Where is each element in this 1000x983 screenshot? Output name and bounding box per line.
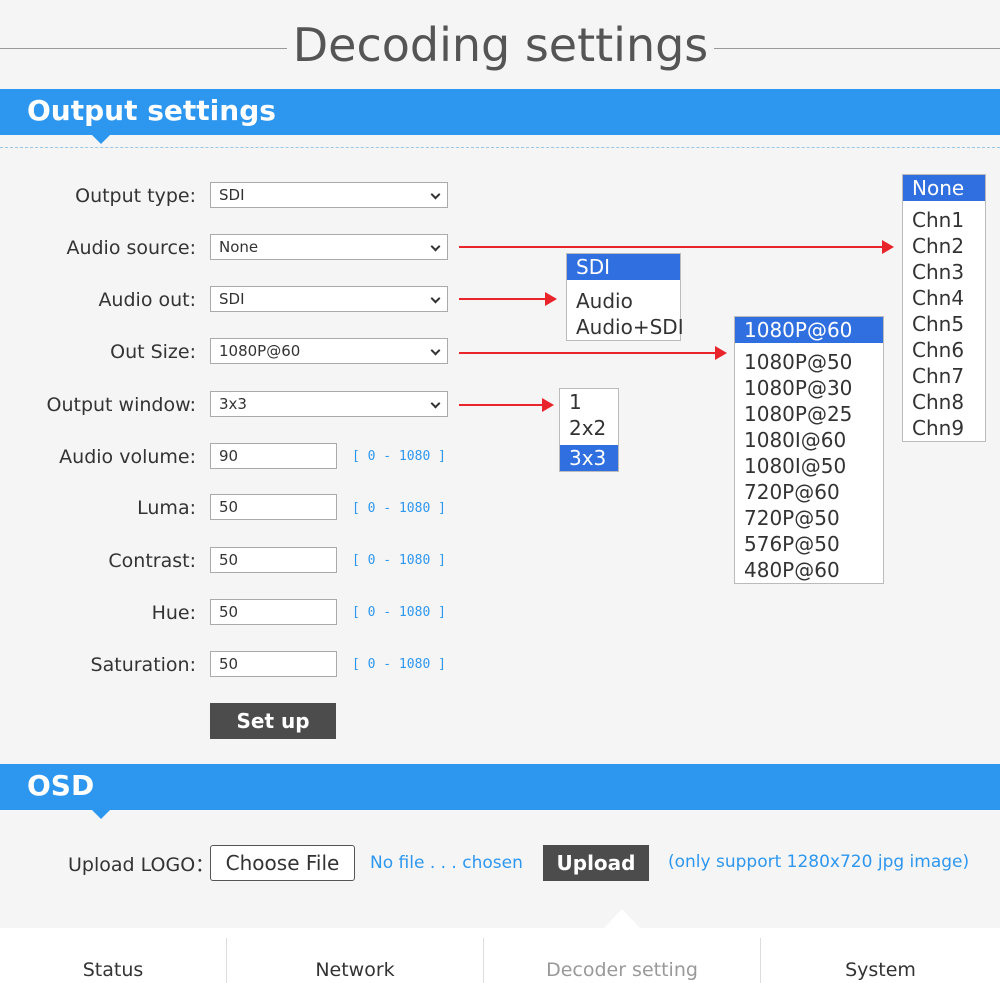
dropdown-option[interactable]: 1080I@60	[735, 427, 883, 453]
audio-volume-label: Audio volume:	[59, 446, 196, 468]
page-title: Decoding settings	[292, 18, 709, 72]
upload-button[interactable]: Upload	[543, 845, 649, 881]
hue-range: [ 0 - 1080 ]	[352, 605, 446, 620]
dropdown-option[interactable]: Chn6	[903, 337, 985, 363]
dropdown-option[interactable]: 3x3	[560, 445, 618, 471]
output-window-dropdown[interactable]: 1 2x2 3x3	[559, 388, 619, 472]
saturation-range: [ 0 - 1080 ]	[352, 657, 446, 672]
footer-nav: Status Network Decoder setting System	[0, 928, 1000, 983]
out-size-dropdown[interactable]: 1080P@60 1080P@50 1080P@30 1080P@25 1080I@60…	[734, 316, 884, 584]
out-size-label: Out Size:	[110, 341, 196, 363]
chevron-down-icon	[430, 398, 441, 409]
dropdown-option[interactable]: 1080I@50	[735, 453, 883, 479]
arrow-audio-source	[459, 240, 894, 254]
upload-logo-label: Upload LOGO：	[68, 854, 215, 876]
audio-source-select[interactable]: None	[210, 234, 448, 260]
hue-input[interactable]: 50	[210, 599, 337, 625]
arrow-audio-out	[459, 292, 557, 306]
dropdown-option[interactable]: 1	[560, 389, 618, 415]
output-window-label: Output window:	[46, 394, 197, 416]
hue-label: Hue:	[151, 602, 196, 624]
out-size-value: 1080P@60	[219, 342, 301, 360]
luma-input[interactable]: 50	[210, 494, 337, 520]
saturation-label: Saturation:	[90, 654, 196, 676]
audio-out-value: SDI	[219, 290, 245, 308]
dropdown-option[interactable]: 576P@50	[735, 531, 883, 557]
arrow-output-window	[459, 398, 554, 412]
title-divider-right	[714, 48, 1000, 49]
output-settings-title: Output settings	[27, 94, 276, 127]
chevron-down-icon	[430, 189, 441, 200]
contrast-input[interactable]: 50	[210, 547, 337, 573]
upload-note: (only support 1280x720 jpg image)	[668, 852, 970, 872]
audio-out-select[interactable]: SDI	[210, 286, 448, 312]
section-notch	[92, 810, 110, 819]
chevron-down-icon	[430, 241, 441, 252]
no-file-chosen-text: No file . . . chosen	[370, 853, 523, 873]
audio-source-dropdown[interactable]: None Chn1 Chn2 Chn3 Chn4 Chn5 Chn6 Chn7 Chn8 Chn9	[902, 174, 986, 442]
audio-volume-range: [ 0 - 1080 ]	[352, 449, 446, 464]
audio-source-label: Audio source:	[66, 237, 196, 259]
output-type-label: Output type:	[75, 185, 196, 207]
dropdown-option[interactable]: 1080P@50	[735, 349, 883, 375]
dropdown-option[interactable]: 1080P@60	[735, 317, 883, 343]
arrow-out-size	[459, 346, 727, 360]
chevron-down-icon	[430, 345, 441, 356]
setup-button[interactable]: Set up	[210, 703, 336, 739]
audio-volume-input[interactable]: 90	[210, 443, 337, 469]
out-size-select[interactable]: 1080P@60	[210, 338, 448, 364]
output-window-value: 3x3	[219, 395, 247, 413]
output-settings-header: Output settings	[0, 89, 1000, 144]
dropdown-option[interactable]: 480P@60	[735, 557, 883, 583]
page-header: Decoding settings	[0, 0, 1000, 90]
active-tab-notch	[604, 909, 640, 928]
tab-status[interactable]: Status	[0, 928, 226, 983]
dropdown-option[interactable]: Chn2	[903, 233, 985, 259]
dropdown-option[interactable]: SDI	[567, 254, 680, 280]
dropdown-option[interactable]: Chn3	[903, 259, 985, 285]
osd-header: OSD	[0, 764, 1000, 819]
saturation-input[interactable]: 50	[210, 651, 337, 677]
chevron-down-icon	[430, 293, 441, 304]
dropdown-option[interactable]: Audio	[567, 288, 680, 314]
output-type-value: SDI	[219, 186, 245, 204]
dropdown-option[interactable]: Chn1	[903, 207, 985, 233]
output-window-select[interactable]: 3x3	[210, 391, 448, 417]
dropdown-option[interactable]: Chn9	[903, 415, 985, 441]
dropdown-option[interactable]: None	[903, 175, 985, 201]
dropdown-option[interactable]: 1080P@25	[735, 401, 883, 427]
audio-out-dropdown[interactable]: SDI Audio Audio+SDI	[566, 253, 684, 341]
dashed-divider	[0, 147, 1000, 148]
section-notch	[92, 135, 110, 144]
output-type-select[interactable]: SDI	[210, 182, 448, 208]
contrast-label: Contrast:	[108, 550, 196, 572]
dropdown-option[interactable]: Chn8	[903, 389, 985, 415]
audio-out-label: Audio out:	[98, 289, 196, 311]
tab-decoder-setting[interactable]: Decoder setting	[484, 928, 760, 983]
choose-file-button[interactable]: Choose File	[210, 845, 355, 881]
dropdown-option[interactable]: 720P@50	[735, 505, 883, 531]
dropdown-option[interactable]: Chn5	[903, 311, 985, 337]
luma-label: Luma:	[137, 497, 196, 519]
dropdown-option[interactable]: Audio+SDI	[567, 314, 684, 340]
dropdown-option[interactable]: Chn4	[903, 285, 985, 311]
dropdown-option[interactable]: 720P@60	[735, 479, 883, 505]
dropdown-option[interactable]: 1080P@30	[735, 375, 883, 401]
contrast-range: [ 0 - 1080 ]	[352, 553, 446, 568]
tab-network[interactable]: Network	[227, 928, 483, 983]
tab-system[interactable]: System	[761, 928, 1000, 983]
dropdown-option[interactable]: Chn7	[903, 363, 985, 389]
osd-title: OSD	[27, 769, 95, 802]
dropdown-option[interactable]: 2x2	[560, 415, 618, 441]
title-divider-left	[0, 48, 287, 49]
audio-source-value: None	[219, 238, 259, 256]
luma-range: [ 0 - 1080 ]	[352, 501, 446, 516]
